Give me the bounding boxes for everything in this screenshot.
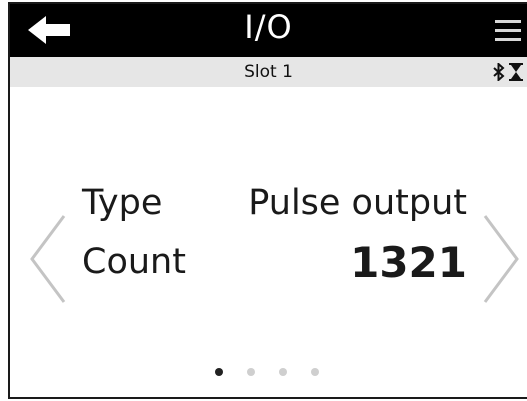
io-details: Type Pulse output Count 1321 xyxy=(10,87,527,397)
type-label: Type xyxy=(82,183,163,223)
chevron-right-icon xyxy=(483,215,519,303)
previous-page-button[interactable] xyxy=(28,214,68,304)
hourglass-icon xyxy=(509,63,523,81)
hamburger-menu-icon xyxy=(495,20,521,23)
page-dot[interactable] xyxy=(215,368,223,376)
type-value: Pulse output xyxy=(248,183,467,223)
page-dot[interactable] xyxy=(247,368,255,376)
device-screen: I/O Slot 1 Type Pulse output Count 1321 xyxy=(8,2,527,399)
menu-button[interactable] xyxy=(495,18,521,44)
page-dot[interactable] xyxy=(311,368,319,376)
bluetooth-icon xyxy=(493,63,505,81)
page-title: I/O xyxy=(244,8,293,46)
title-bar: I/O xyxy=(10,4,527,57)
type-row: Type Pulse output xyxy=(10,183,527,231)
count-row: Count 1321 xyxy=(10,238,527,290)
count-value: 1321 xyxy=(350,238,467,287)
status-icons xyxy=(487,63,527,83)
page-dot[interactable] xyxy=(279,368,287,376)
slot-title: Slot 1 xyxy=(244,62,293,82)
next-page-button[interactable] xyxy=(481,214,521,304)
sub-header: Slot 1 xyxy=(10,57,527,87)
count-label: Count xyxy=(82,242,186,282)
chevron-left-icon xyxy=(30,215,66,303)
page-indicator xyxy=(215,368,335,380)
